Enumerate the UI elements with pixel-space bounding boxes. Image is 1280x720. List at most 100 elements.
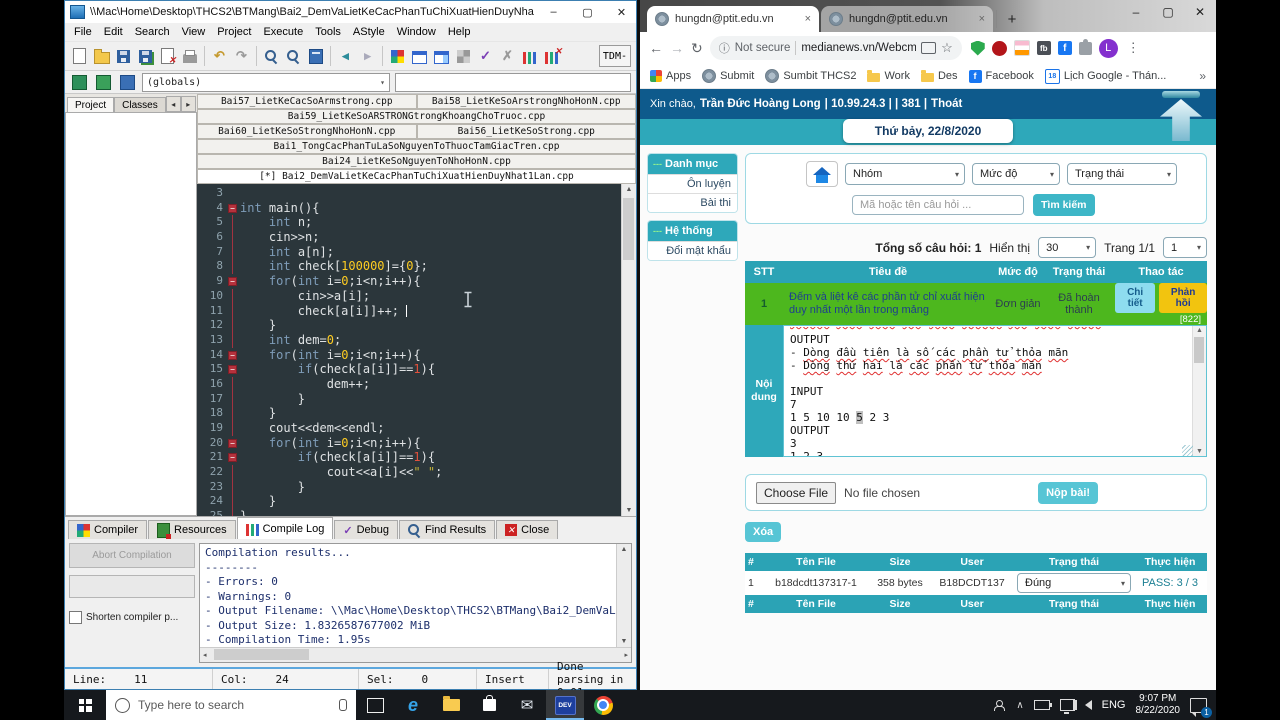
fold-marker-icon[interactable]: − <box>228 438 237 448</box>
tab-close-icon[interactable]: × <box>979 13 985 25</box>
stripes-extension-icon[interactable] <box>1013 40 1030 56</box>
minimize-button[interactable]: – <box>1120 0 1152 24</box>
scroll-down-icon[interactable]: ▼ <box>621 638 628 645</box>
save-icon[interactable] <box>114 47 133 66</box>
bookmark-item[interactable]: Sumbit THCS2 <box>765 69 856 83</box>
content-box[interactable]: xxxxxx xxxx xxxx xxx xxxx xxxxxx xxx xxx… <box>783 325 1207 457</box>
devcpp-app[interactable]: DEV <box>546 690 584 720</box>
members-combobox[interactable] <box>395 72 631 92</box>
facebook-extension-icon[interactable]: f <box>1057 41 1072 55</box>
shield-extension-icon[interactable] <box>970 40 985 56</box>
project-tree[interactable] <box>65 112 197 516</box>
compile-icon[interactable] <box>388 47 407 66</box>
shorten-paths-checkbox[interactable]: Shorten compiler p... <box>69 611 195 624</box>
sidebar-item-bài-thi[interactable]: Bài thi <box>648 193 737 212</box>
devcpp-titlebar[interactable]: \\Mac\Home\Desktop\THCS2\BTMang\Bai2_Dem… <box>65 1 636 23</box>
file-tab[interactable]: Bai56_LietKeSoStrong.cpp <box>416 124 636 139</box>
feedback-button[interactable]: Phản hồi <box>1159 283 1207 313</box>
delete-profile-icon[interactable] <box>542 46 562 66</box>
task-view-button[interactable] <box>356 690 394 720</box>
file-tab[interactable]: Bai59_LietKeSoARSTRONGtrongKhoangChoTruo… <box>197 109 636 124</box>
page-select[interactable]: 1 ▾ <box>1163 237 1207 258</box>
scroll-right-icon[interactable]: ▸ <box>180 96 196 112</box>
profile-avatar[interactable]: L <box>1098 38 1118 58</box>
fold-marker-icon[interactable]: − <box>228 277 237 287</box>
open-icon[interactable] <box>92 47 111 66</box>
menu-file[interactable]: File <box>68 26 98 38</box>
bookmarks-overflow-icon[interactable]: » <box>1199 69 1206 83</box>
choose-file-button[interactable]: Choose File <box>756 481 837 504</box>
file-tab[interactable]: Bai60_LietKeSoStrongNhoHonN.cpp <box>197 124 417 139</box>
menu-tools[interactable]: Tools <box>309 26 347 38</box>
menu-view[interactable]: View <box>176 26 212 38</box>
fold-marker-icon[interactable]: − <box>228 203 237 213</box>
fb-extension-icon[interactable]: fb <box>1036 41 1051 55</box>
content-scrollbar[interactable]: ▲ ▼ <box>1192 326 1206 456</box>
scroll-up-icon[interactable]: ▲ <box>621 546 628 553</box>
bookmark-item[interactable]: 18 Lịch Google - Thán... <box>1044 68 1166 84</box>
bookmark-item[interactable]: f Facebook <box>968 69 1034 83</box>
browser-tab-inactive[interactable]: hungdn@ptit.edu.vn × <box>821 6 993 32</box>
group-select[interactable]: Nhóm ▾ <box>845 163 965 185</box>
file-tab[interactable]: Bai24_LietKeSoNguyenToNhoHonN.cpp <box>197 154 636 169</box>
log-vscrollbar[interactable]: ▲ ▼ <box>616 544 631 647</box>
goto-implementation-icon[interactable] <box>94 73 113 92</box>
globals-combobox[interactable]: (globals) ▾ <box>142 72 390 92</box>
replace-icon[interactable] <box>306 47 325 66</box>
file-tab[interactable]: Bai1_TongCacPhanTuLaSoNguyenToThuocTamGi… <box>197 139 636 154</box>
menu-search[interactable]: Search <box>129 26 176 38</box>
save-all-icon[interactable] <box>136 47 155 66</box>
scroll-right-icon[interactable]: ▸ <box>624 651 628 659</box>
rebuild-icon[interactable] <box>454 47 473 66</box>
menu-project[interactable]: Project <box>211 26 257 38</box>
home-button[interactable] <box>806 161 838 187</box>
fold-marker-icon[interactable]: − <box>228 350 237 360</box>
bottom-tab-close[interactable]: Close <box>496 520 559 539</box>
sidebar-item-đổi-mật-khẩu[interactable]: Đổi mật khẩu <box>648 241 737 260</box>
scrollbar-thumb[interactable] <box>1194 337 1204 363</box>
bottom-tab-compile-log[interactable]: Compile Log <box>236 517 334 539</box>
maximize-button[interactable]: ▢ <box>573 2 602 23</box>
search-input[interactable]: Mã hoặc tên câu hỏi ... <box>852 195 1024 215</box>
maximize-button[interactable]: ▢ <box>1152 0 1184 24</box>
clock[interactable]: 9:07 PM 8/22/2020 <box>1136 693 1181 717</box>
microphone-icon[interactable] <box>339 699 347 711</box>
scroll-left-icon[interactable]: ◂ <box>203 651 207 659</box>
minimize-button[interactable]: – <box>539 2 568 23</box>
fold-marker-icon[interactable]: − <box>228 453 237 463</box>
level-select[interactable]: Mức độ ▾ <box>972 163 1060 185</box>
scroll-left-icon[interactable]: ◂ <box>165 96 181 112</box>
edge-app[interactable]: e <box>394 690 432 720</box>
menu-window[interactable]: Window <box>391 26 442 38</box>
address-bar[interactable]: ⓘ Not secure medianews.vn/Webcm... ☆ <box>709 36 962 60</box>
scroll-up-icon[interactable]: ▲ <box>1196 327 1203 334</box>
file-tab[interactable]: Bai58_LietKeSoArstrongNhoHonN.cpp <box>416 94 636 109</box>
browser-menu-icon[interactable]: ⋮ <box>1125 40 1142 56</box>
scroll-down-icon[interactable]: ▼ <box>1196 448 1203 455</box>
bottom-tab-resources[interactable]: Resources <box>148 520 236 539</box>
scrollbar-thumb[interactable] <box>623 198 634 260</box>
find-icon[interactable] <box>262 47 281 66</box>
bookmark-item[interactable]: Apps <box>650 70 691 82</box>
profile-icon[interactable] <box>520 47 539 66</box>
file-tab[interactable]: Bai57_LietKeCacSoArmstrong.cpp <box>197 94 417 109</box>
detail-button[interactable]: Chi tiết <box>1115 283 1156 313</box>
undo-icon[interactable]: ↶ <box>210 47 229 66</box>
scrollbar-thumb[interactable] <box>214 649 309 660</box>
abort-icon[interactable]: ✗ <box>498 47 517 66</box>
info-icon[interactable]: ⓘ <box>719 40 730 56</box>
menu-execute[interactable]: Execute <box>257 26 309 38</box>
people-icon[interactable] <box>993 699 1006 711</box>
scroll-down-icon[interactable]: ▼ <box>626 507 633 514</box>
syntax-check-icon[interactable]: ✓ <box>476 47 495 66</box>
menu-edit[interactable]: Edit <box>98 26 129 38</box>
abort-compilation-button[interactable]: Abort Compilation <box>69 543 195 568</box>
log-hscrollbar[interactable]: ◂ ▸ <box>200 647 631 662</box>
goto-declaration-icon[interactable] <box>70 73 89 92</box>
browser-tab-active[interactable]: hungdn@ptit.edu.vn × <box>647 6 819 32</box>
scroll-up-icon[interactable]: ▲ <box>626 186 633 193</box>
mail-app[interactable]: ✉ <box>508 690 546 720</box>
new-source-icon[interactable] <box>70 47 89 66</box>
search-button[interactable]: Tìm kiếm <box>1033 194 1095 216</box>
bookmark-star-icon[interactable]: ☆ <box>941 40 953 56</box>
